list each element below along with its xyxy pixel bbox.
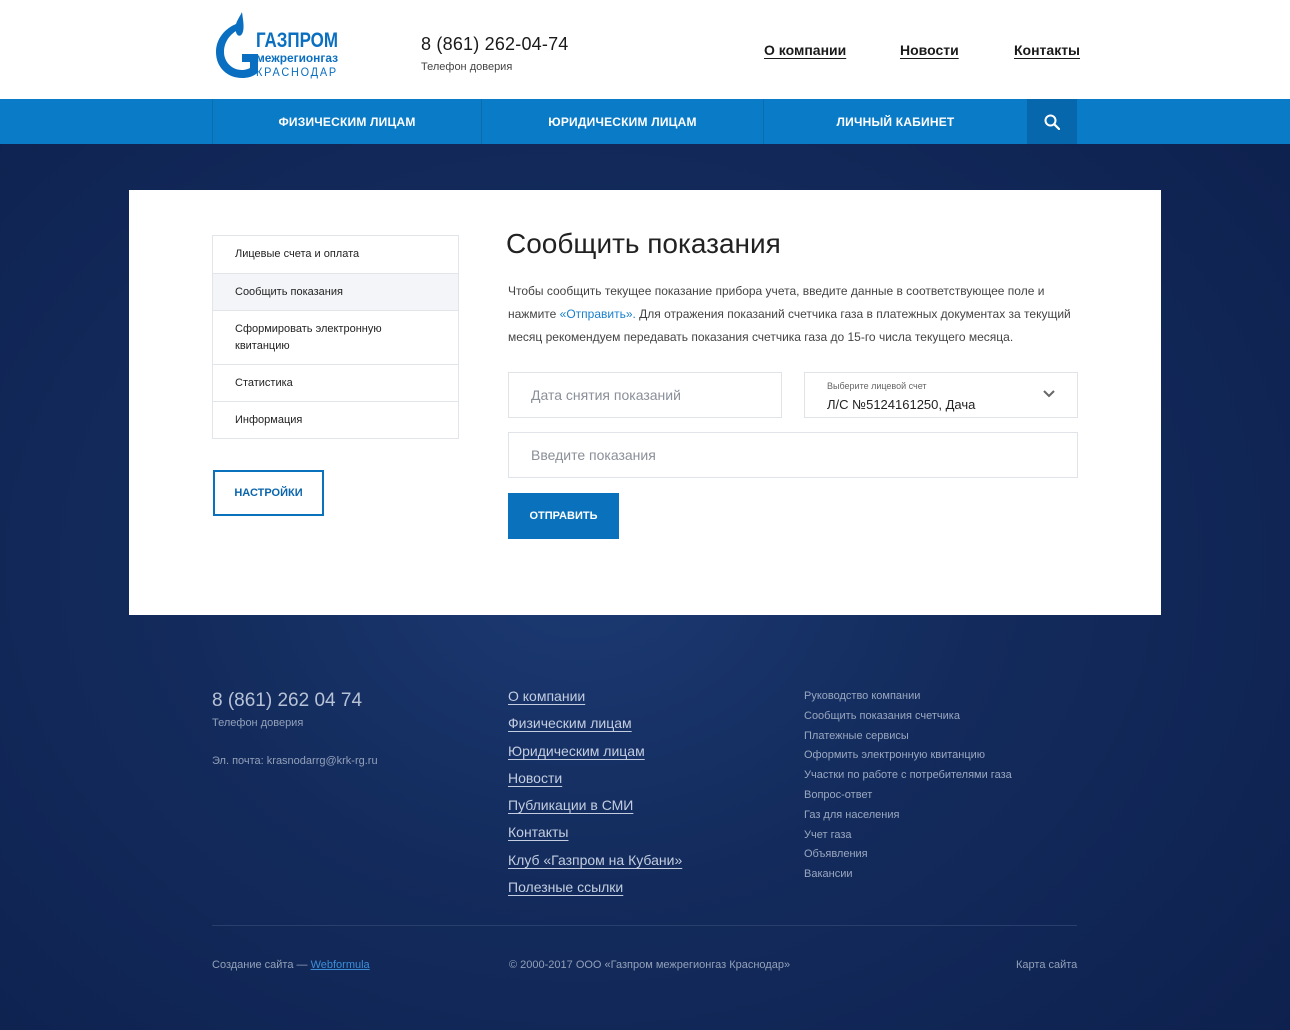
footer-secondary-links: Руководство компании Сообщить показания … xyxy=(804,689,1012,887)
footer-divider xyxy=(212,925,1077,926)
footer-link-useful[interactable]: Полезные ссылки xyxy=(508,878,682,905)
footer-link-individuals[interactable]: Физическим лицам xyxy=(508,714,682,741)
footer-link-vacancies[interactable]: Вакансии xyxy=(804,867,1012,887)
header-link-contacts[interactable]: Контакты xyxy=(1014,42,1080,58)
submit-button[interactable]: ОТПРАВИТЬ xyxy=(508,493,619,539)
footer-link-legal[interactable]: Юридическим лицам xyxy=(508,742,682,769)
logo-line3: КРАСНОДАР xyxy=(256,65,338,79)
footer-link-announcements[interactable]: Объявления xyxy=(804,847,1012,867)
page-title: Сообщить показания xyxy=(506,228,781,259)
form-desc-submit-link[interactable]: «Отправить». xyxy=(560,307,636,321)
footer-link-club[interactable]: Клуб «Газпром на Кубани» xyxy=(508,851,682,878)
footer-link-management[interactable]: Руководство компании xyxy=(804,689,1012,709)
footer-phone[interactable]: 8 (861) 262 04 74 xyxy=(212,690,362,712)
account-select-value: Л/С №5124161250, Дача xyxy=(827,397,976,412)
footer-main-links: О компании Физическим лицам Юридическим … xyxy=(508,687,682,905)
sidebar-item-e-receipt[interactable]: Сформировать электронную квитанцию xyxy=(213,310,458,364)
reading-value-input[interactable] xyxy=(508,432,1078,478)
footer-link-e-receipt[interactable]: Оформить электронную квитанцию xyxy=(804,748,1012,768)
form-description: Чтобы сообщить текущее показание прибора… xyxy=(508,280,1083,349)
footer-link-media[interactable]: Публикации в СМИ xyxy=(508,796,682,823)
footer-link-news[interactable]: Новости xyxy=(508,769,682,796)
footer-credits-prefix: Создание сайта — xyxy=(212,959,311,971)
footer-link-payment[interactable]: Платежные сервисы xyxy=(804,729,1012,749)
sidebar-menu: Лицевые счета и оплата Сообщить показани… xyxy=(212,235,459,439)
search-icon xyxy=(1044,114,1060,130)
header-phone-caption: Телефон доверия xyxy=(421,61,513,73)
footer-phone-caption: Телефон доверия xyxy=(212,717,304,729)
footer-credits-link[interactable]: Webformula xyxy=(311,959,370,971)
footer-sitemap-link[interactable]: Карта сайта xyxy=(1016,959,1077,971)
account-select[interactable]: Выберите лицевой счет Л/С №5124161250, Д… xyxy=(804,372,1078,418)
content-card: Лицевые счета и оплата Сообщить показани… xyxy=(129,190,1161,615)
sidebar-item-statistics[interactable]: Статистика xyxy=(213,364,458,401)
nav-search-button[interactable] xyxy=(1027,99,1077,144)
reading-date-input[interactable] xyxy=(508,372,782,418)
header-link-news[interactable]: Новости xyxy=(900,42,959,58)
header-links: О компании Новости Контакты xyxy=(0,42,1290,62)
nav-item-personal-account[interactable]: ЛИЧНЫЙ КАБИНЕТ xyxy=(763,99,1027,144)
footer-copyright: © 2000-2017 ООО «Газпром межрегионгаз Кр… xyxy=(509,959,791,971)
footer-link-about[interactable]: О компании xyxy=(508,687,682,714)
footer-link-contacts[interactable]: Контакты xyxy=(508,823,682,850)
main-nav: ФИЗИЧЕСКИМ ЛИЦАМ ЮРИДИЧЕСКИМ ЛИЦАМ ЛИЧНЫ… xyxy=(0,99,1290,144)
footer-link-service-sites[interactable]: Участки по работе с потребителями газа xyxy=(804,768,1012,788)
footer-link-faq[interactable]: Вопрос-ответ xyxy=(804,788,1012,808)
footer-credits: Создание сайта — Webformula xyxy=(212,959,370,971)
sidebar-item-information[interactable]: Информация xyxy=(213,401,458,438)
chevron-down-icon xyxy=(1043,390,1055,398)
site-header: ГАЗПРОМ межрегионгаз КРАСНОДАР 8 (861) 2… xyxy=(0,0,1290,99)
nav-item-individuals[interactable]: ФИЗИЧЕСКИМ ЛИЦАМ xyxy=(212,99,481,144)
nav-item-legal-entities[interactable]: ЮРИДИЧЕСКИМ ЛИЦАМ xyxy=(481,99,763,144)
footer-email[interactable]: Эл. почта: krasnodarrg@krk-rg.ru xyxy=(212,755,378,767)
sidebar-item-submit-readings[interactable]: Сообщить показания xyxy=(213,273,458,310)
footer-link-meter-readings[interactable]: Сообщить показания счетчика xyxy=(804,709,1012,729)
footer-link-gas-population[interactable]: Газ для населения xyxy=(804,808,1012,828)
footer-link-gas-metering[interactable]: Учет газа xyxy=(804,828,1012,848)
sidebar-item-accounts[interactable]: Лицевые счета и оплата xyxy=(213,236,458,273)
settings-button[interactable]: НАСТРОЙКИ xyxy=(213,470,324,516)
header-link-about[interactable]: О компании xyxy=(764,42,846,58)
account-select-label: Выберите лицевой счет xyxy=(827,381,927,391)
